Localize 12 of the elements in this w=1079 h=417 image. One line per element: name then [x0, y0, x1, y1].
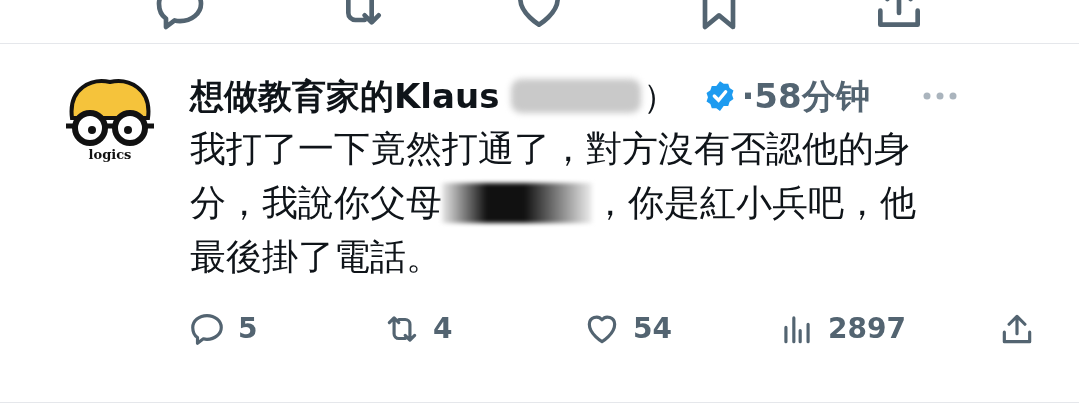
action-count: 4 [433, 311, 453, 347]
action-count: 5 [238, 311, 258, 347]
tweet-text: 我打了一下竟然打通了，對方沒有否認他的身 [190, 127, 910, 171]
tweet-text: ，你是紅小兵吧，他 [592, 181, 916, 225]
tweet-text: 最後掛了電話。 [190, 235, 442, 279]
logo-text: logics [88, 148, 132, 161]
action-count: 54 [633, 311, 672, 347]
author-name: ） [643, 79, 678, 113]
tweet-text: 分，我說你父母 [190, 181, 442, 225]
action-count: 2897 [828, 311, 906, 347]
author-name[interactable]: 想做教育家的Klaus [190, 79, 500, 113]
timestamp: ·58分钟 [741, 79, 870, 113]
